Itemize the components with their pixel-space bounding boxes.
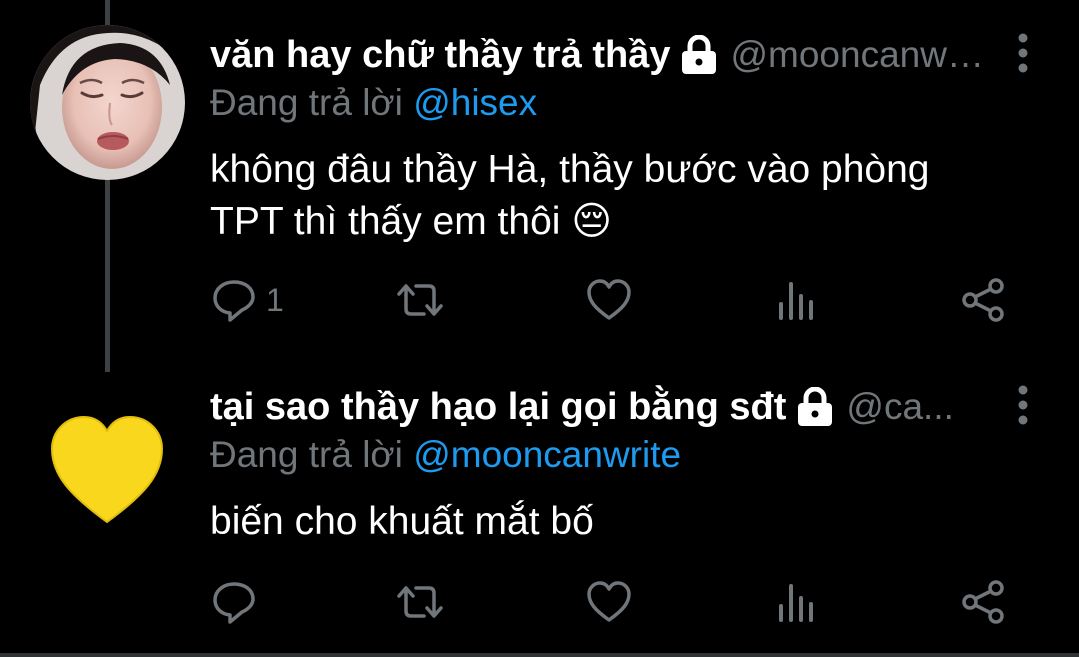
like-button[interactable] xyxy=(585,574,633,630)
retweet-button[interactable] xyxy=(396,272,444,328)
reply-mention-link[interactable]: @mooncanwrite xyxy=(413,434,681,475)
lock-icon xyxy=(796,386,834,427)
tweet-text: biến cho khuất mắt bố xyxy=(210,500,594,543)
heart-icon xyxy=(587,279,631,320)
share-button[interactable] xyxy=(960,574,1008,630)
retweet-button[interactable] xyxy=(396,574,444,630)
share-icon xyxy=(962,278,1004,322)
user-handle[interactable]: @ca... xyxy=(846,386,989,428)
views-button[interactable] xyxy=(773,272,821,328)
avatar[interactable] xyxy=(30,25,185,180)
user-handle[interactable]: @mooncanwrite xyxy=(730,34,989,76)
reply-icon xyxy=(213,280,255,322)
share-icon xyxy=(962,580,1004,624)
more-vertical-icon[interactable] xyxy=(1017,385,1029,425)
views-button[interactable] xyxy=(773,574,821,630)
reply-button[interactable]: 1 xyxy=(210,272,284,328)
display-name[interactable]: văn hay chữ thầy trả thầy xyxy=(210,34,670,77)
tweet-header: văn hay chữ thầy trả thầy @mooncanwrite xyxy=(210,30,989,80)
like-button[interactable] xyxy=(585,272,633,328)
replying-to-line: Đang trả lời @mooncanwrite xyxy=(210,434,681,476)
display-name[interactable]: tại sao thầy hạo lại gọi bằng sđt xyxy=(210,386,786,429)
views-icon xyxy=(779,282,813,320)
reply-mention-link[interactable]: @hisex xyxy=(413,82,537,123)
reply-prefix: Đang trả lời xyxy=(210,434,403,475)
avatar[interactable] xyxy=(30,387,185,542)
divider xyxy=(0,653,1079,657)
yellow-heart-icon xyxy=(50,415,164,524)
share-button[interactable] xyxy=(960,272,1008,328)
more-vertical-icon[interactable] xyxy=(1017,33,1029,73)
views-icon xyxy=(779,584,813,622)
replying-to-line: Đang trả lời @hisex xyxy=(210,82,537,124)
reply-button[interactable] xyxy=(210,574,266,630)
retweet-icon xyxy=(397,284,443,316)
reply-count: 1 xyxy=(266,281,284,318)
tweet-actions: 1 xyxy=(210,272,1010,328)
retweet-icon xyxy=(397,586,443,618)
reply-icon xyxy=(213,582,255,624)
heart-icon xyxy=(587,581,631,622)
reply-prefix: Đang trả lời xyxy=(210,82,403,123)
lock-icon xyxy=(680,34,718,75)
tweet[interactable]: văn hay chữ thầy trả thầy @mooncanwrite … xyxy=(0,0,1079,372)
tweet-actions xyxy=(210,574,1010,630)
tweet[interactable]: tại sao thầy hạo lại gọi bằng sđt @ca...… xyxy=(0,372,1079,654)
tweet-text: không đâu thầy Hà, thầy bước vào phòng T… xyxy=(210,148,930,243)
tweet-header: tại sao thầy hạo lại gọi bằng sđt @ca... xyxy=(210,382,989,432)
